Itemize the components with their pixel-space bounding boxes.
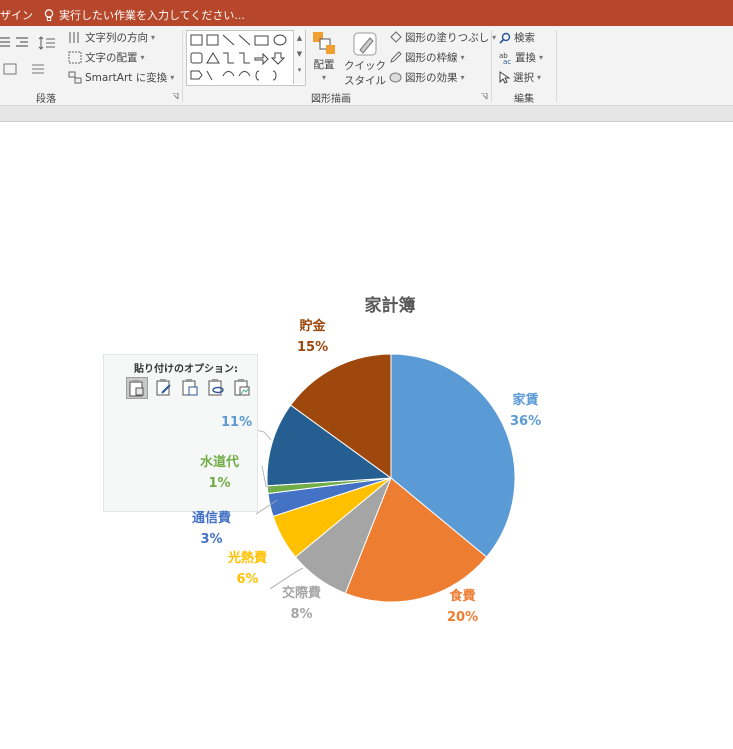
data-label-savings-name: 貯金: [299, 319, 326, 334]
data-label-savings: 貯金 15%: [297, 315, 328, 355]
data-label-telecom-pct: 3%: [200, 532, 223, 547]
data-label-utilities: 光熱費 6%: [228, 547, 267, 587]
data-label-savings-pct: 15%: [297, 340, 329, 355]
data-label-telecom-name: 通信費: [192, 511, 232, 526]
data-label-social-pct: 8%: [290, 607, 313, 622]
paste-keep-source-icon[interactable]: [126, 377, 148, 399]
data-label-food-pct: 20%: [447, 610, 479, 625]
data-label-social-name: 交際費: [282, 586, 322, 601]
data-label-social: 交際費 8%: [282, 582, 321, 622]
data-label-water-name: 水道代: [200, 455, 240, 470]
leader-line: [255, 429, 272, 441]
paste-options-title: 貼り付けのオプション:: [134, 364, 238, 375]
data-label-water-pct: 1%: [208, 476, 231, 491]
chart-title[interactable]: 家計簿: [350, 291, 430, 316]
data-label-other: 11%: [221, 415, 252, 430]
data-label-utilities-pct: 6%: [236, 572, 259, 587]
data-label-rent: 家賃 36%: [510, 389, 541, 429]
data-label-utilities-name: 光熱費: [228, 551, 268, 566]
data-label-food: 食費 20%: [447, 585, 478, 625]
data-label-rent-name: 家賃: [512, 393, 539, 408]
data-label-telecom: 通信費 3%: [192, 507, 231, 547]
paste-embed-icon[interactable]: [180, 377, 200, 397]
paste-link-icon[interactable]: [206, 377, 226, 397]
data-label-other-pct: 11%: [221, 415, 253, 430]
data-label-food-name: 食費: [449, 589, 476, 604]
paste-use-destination-icon[interactable]: [154, 377, 174, 397]
paste-picture-icon[interactable]: [232, 377, 252, 397]
data-label-rent-pct: 36%: [510, 414, 542, 429]
data-label-water: 水道代 1%: [200, 451, 239, 491]
